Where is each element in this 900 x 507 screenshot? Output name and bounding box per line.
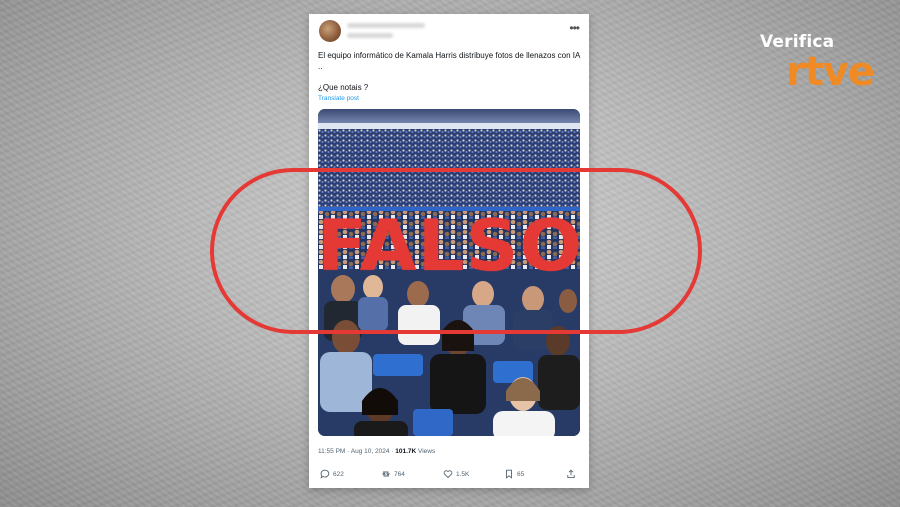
- bookmark-button[interactable]: 65: [504, 469, 524, 479]
- share-button[interactable]: [566, 469, 576, 479]
- like-count: 1.5K: [456, 470, 470, 478]
- repost-count: 764: [394, 470, 405, 478]
- brand-rtve-logo: rtve: [786, 49, 875, 95]
- repost-button[interactable]: 764: [381, 469, 405, 479]
- views-label: Views: [416, 448, 436, 455]
- repost-icon: [382, 471, 390, 477]
- falso-stamp-label: FALSO: [316, 205, 584, 287]
- like-button[interactable]: 1.5K: [443, 469, 469, 479]
- blurred-handle: [347, 33, 393, 38]
- post-actions: 622 764 1.5K 65: [318, 469, 580, 483]
- post-timestamp[interactable]: 11:55 PM · Aug 10, 2024 ·: [318, 448, 395, 455]
- more-options-icon[interactable]: •••: [569, 21, 580, 35]
- translate-post-link[interactable]: Translate post: [318, 95, 359, 102]
- post-body: El equipo informático de Kamala Harris d…: [318, 51, 580, 71]
- post-question: ¿Que notais ?: [318, 83, 369, 92]
- post-meta: 11:55 PM · Aug 10, 2024 · 101.7K Views: [318, 448, 435, 455]
- reply-icon: [320, 469, 330, 479]
- reply-button[interactable]: 622: [320, 469, 344, 479]
- avatar[interactable]: [319, 20, 341, 42]
- bookmark-icon: [506, 469, 512, 479]
- bookmark-count: 65: [517, 470, 525, 478]
- views-count: 101.7K: [395, 448, 417, 455]
- share-icon: [567, 469, 575, 479]
- post-text: El equipo informático de Kamala Harris d…: [318, 50, 580, 93]
- brand-logo: Verifica rtve: [760, 32, 880, 95]
- reply-count: 622: [333, 470, 344, 478]
- heart-icon: [443, 470, 453, 479]
- blurred-username: [347, 23, 425, 28]
